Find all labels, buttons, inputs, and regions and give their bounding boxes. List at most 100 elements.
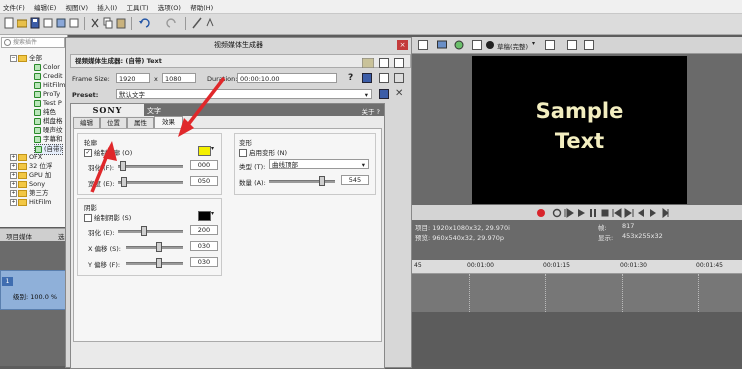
- step-forward-icon[interactable]: [662, 208, 672, 218]
- deform-amount-value[interactable]: 545: [341, 175, 369, 185]
- slider-thumb[interactable]: [120, 161, 126, 171]
- cut-icon[interactable]: [90, 17, 100, 29]
- preset-select[interactable]: 默认文字 ▾: [116, 89, 372, 99]
- play-icon[interactable]: [576, 208, 586, 218]
- next-frame-icon[interactable]: [648, 208, 658, 218]
- outline-feather-slider[interactable]: [118, 165, 183, 168]
- paste-icon[interactable]: [116, 17, 126, 29]
- tree-item[interactable]: + GPU 加: [10, 171, 51, 180]
- expand-icon[interactable]: +: [10, 162, 17, 170]
- checkbox-empty-icon[interactable]: [84, 214, 92, 222]
- outline-color-swatch[interactable]: [198, 146, 211, 156]
- tree-item[interactable]: + Sony: [10, 180, 45, 189]
- shadow-feather-slider[interactable]: [118, 230, 183, 233]
- tree-item[interactable]: Test P: [34, 99, 62, 108]
- save-preset-icon[interactable]: [362, 73, 372, 83]
- outline-feather-value[interactable]: 000: [190, 160, 218, 170]
- auto-ripple-icon[interactable]: [205, 17, 215, 29]
- stop-icon[interactable]: [600, 208, 610, 218]
- shadow-feather-value[interactable]: 200: [190, 225, 218, 235]
- redo-icon[interactable]: [163, 17, 179, 29]
- go-to-start-icon[interactable]: [612, 208, 622, 218]
- menu-tools[interactable]: 工具(T): [123, 0, 152, 12]
- tree-item[interactable]: + 第三方: [10, 189, 49, 198]
- tree-item[interactable]: 棋盘格: [34, 117, 63, 126]
- frame-width-input[interactable]: 1920: [116, 73, 150, 83]
- draw-shadow-checkbox[interactable]: 绘制阴影 (S): [84, 212, 131, 222]
- copy-icon[interactable]: [103, 17, 113, 29]
- timeline-track[interactable]: [412, 274, 742, 312]
- tab-project-media[interactable]: 项目媒体: [6, 231, 32, 241]
- enable-deform-checkbox[interactable]: 启用变形 (N): [239, 147, 287, 157]
- chevron-down-icon[interactable]: ▾: [211, 145, 214, 152]
- external-monitor-icon[interactable]: [437, 40, 447, 50]
- slider-thumb[interactable]: [141, 226, 147, 236]
- duration-input[interactable]: 00:00:10.00: [237, 73, 337, 83]
- paste-icon[interactable]: [394, 73, 404, 83]
- enable-snapping-icon[interactable]: [192, 17, 202, 29]
- tree-item[interactable]: Color: [34, 63, 60, 72]
- menu-insert[interactable]: 插入(I): [94, 0, 121, 12]
- close-button[interactable]: ×: [397, 40, 408, 50]
- chevron-down-icon[interactable]: ▾: [532, 40, 535, 47]
- timeline-ruler[interactable]: 45 00:01:00 00:01:15 00:01:30 00:01:45: [412, 260, 742, 274]
- split-screen-icon[interactable]: [472, 40, 482, 50]
- copy-snapshot-icon[interactable]: [567, 40, 577, 50]
- shadow-y-offset-slider[interactable]: [126, 262, 183, 265]
- shadow-x-offset-slider[interactable]: [126, 246, 183, 249]
- generator-options-icon[interactable]: [394, 58, 404, 68]
- undo-icon[interactable]: [138, 17, 154, 29]
- deform-amount-slider[interactable]: [269, 180, 335, 183]
- search-input[interactable]: 搜索插件: [1, 37, 65, 48]
- tree-item[interactable]: ProTy: [34, 90, 60, 99]
- tree-item[interactable]: + HitFilm: [10, 198, 51, 207]
- play-from-start-icon[interactable]: [564, 208, 574, 218]
- tree-item[interactable]: + OFX: [10, 153, 42, 162]
- render-options-icon[interactable]: [69, 17, 79, 29]
- tree-item[interactable]: +32 位浮: [10, 162, 52, 171]
- expand-icon[interactable]: +: [10, 189, 17, 197]
- delete-preset-icon[interactable]: ✕: [395, 88, 403, 99]
- slider-thumb[interactable]: [121, 177, 127, 187]
- tree-item[interactable]: HitFilm: [34, 81, 65, 90]
- preview-quality-select[interactable]: 草稿(完整): [497, 41, 528, 51]
- expand-icon[interactable]: +: [10, 171, 17, 179]
- render-icon[interactable]: [56, 17, 66, 29]
- quality-icon[interactable]: [485, 40, 495, 50]
- menu-options[interactable]: 选项(O): [155, 0, 185, 12]
- overlays-icon[interactable]: [545, 40, 555, 50]
- shadow-color-swatch[interactable]: [198, 211, 211, 221]
- collapse-icon[interactable]: −: [10, 54, 17, 62]
- tree-item[interactable]: − 全部: [10, 54, 42, 63]
- go-to-end-icon[interactable]: [624, 208, 634, 218]
- frame-height-input[interactable]: 1080: [162, 73, 196, 83]
- keyframe-animate-icon[interactable]: [362, 58, 374, 68]
- shadow-y-offset-value[interactable]: 030: [190, 257, 218, 267]
- sync-cursor-icon[interactable]: [379, 58, 389, 68]
- copy-icon[interactable]: [379, 73, 389, 83]
- deform-type-select[interactable]: 曲线顶部 ▾: [269, 159, 369, 169]
- open-folder-icon[interactable]: [17, 17, 27, 29]
- save-preset-disk-icon[interactable]: [379, 89, 389, 99]
- tree-item[interactable]: 噪声纹: [34, 126, 63, 135]
- outline-width-value[interactable]: 050: [190, 176, 218, 186]
- tab-selected[interactable]: 选: [58, 231, 65, 241]
- save-icon[interactable]: [30, 17, 40, 29]
- menu-help[interactable]: 帮助(H): [187, 0, 217, 12]
- panel-tab-text[interactable]: 文字: [147, 106, 161, 116]
- record-icon[interactable]: [536, 208, 546, 218]
- expand-icon[interactable]: +: [10, 198, 17, 206]
- slider-thumb[interactable]: [156, 242, 162, 252]
- loop-icon[interactable]: [552, 208, 562, 218]
- draw-outline-checkbox[interactable]: ✓ 绘制轮廓 (O): [84, 147, 132, 157]
- properties-icon[interactable]: [43, 17, 53, 29]
- tree-item[interactable]: 纯色: [34, 108, 56, 117]
- checkbox-empty-icon[interactable]: [239, 149, 247, 157]
- shadow-x-offset-value[interactable]: 030: [190, 241, 218, 251]
- pause-icon[interactable]: [588, 208, 598, 218]
- slider-thumb[interactable]: [156, 258, 162, 268]
- about-link[interactable]: 关于 ?: [361, 106, 380, 116]
- previous-frame-icon[interactable]: [636, 208, 646, 218]
- slider-thumb[interactable]: [319, 176, 325, 186]
- help-icon[interactable]: ?: [348, 73, 353, 83]
